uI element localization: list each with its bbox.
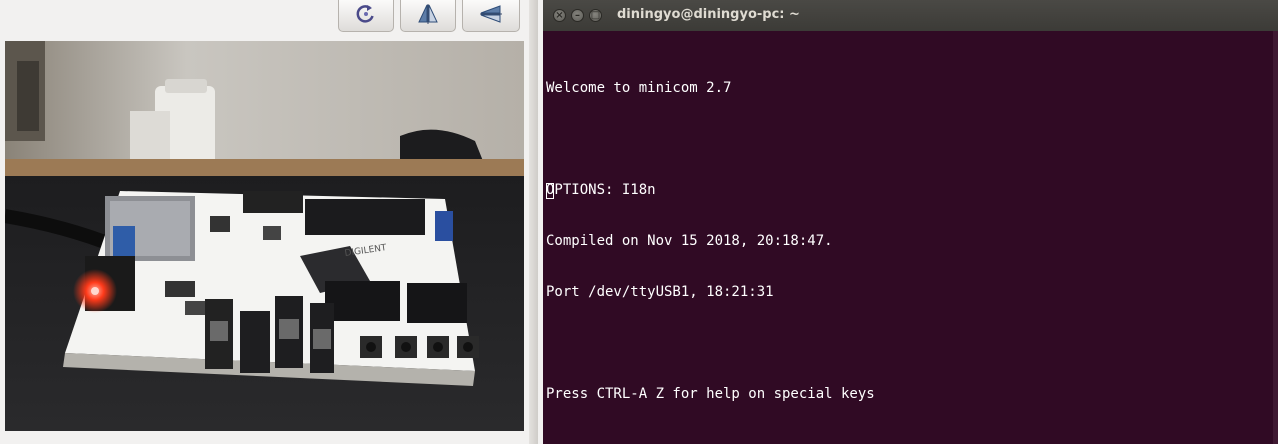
flip-vertical-button[interactable] <box>400 0 456 32</box>
camera-image: DIGILENT <box>5 41 524 431</box>
rotate-icon <box>355 3 377 29</box>
camera-view: DIGILENT <box>5 41 524 431</box>
camera-viewer-window: DIGILENT <box>0 0 538 444</box>
terminal-line: Press CTRL-A Z for help on special keys <box>546 386 875 402</box>
window-title: diningyo@diningyo-pc: ~ <box>617 7 800 22</box>
flip-vertical-icon <box>416 2 440 30</box>
flip-horizontal-button[interactable] <box>462 0 520 32</box>
minimize-icon: – <box>575 10 580 21</box>
rotate-button[interactable] <box>338 0 394 32</box>
terminal-window[interactable]: × – □ diningyo@diningyo-pc: ~ Welcome to… <box>543 0 1278 444</box>
close-icon: × <box>555 10 564 21</box>
maximize-icon: □ <box>590 10 601 21</box>
terminal-line: Port /dev/ttyUSB1, 18:21:31 <box>546 284 774 300</box>
maximize-button[interactable]: □ <box>589 9 602 22</box>
terminal-line: Compiled on Nov 15 2018, 20:18:47. <box>546 233 833 249</box>
terminal-line: Welcome to minicom 2.7 <box>546 80 732 96</box>
terminal-output[interactable]: Welcome to minicom 2.7 OPTIONS: I18n Com… <box>546 46 875 437</box>
close-button[interactable]: × <box>553 9 566 22</box>
window-border <box>529 0 538 444</box>
minimize-button[interactable]: – <box>571 9 584 22</box>
title-bar[interactable]: × – □ diningyo@diningyo-pc: ~ <box>543 0 1278 31</box>
terminal-line: OPTIONS: I18n <box>546 182 656 198</box>
terminal-cursor <box>546 183 554 199</box>
flip-horizontal-icon <box>478 3 504 29</box>
scrollbar[interactable] <box>1273 31 1278 444</box>
